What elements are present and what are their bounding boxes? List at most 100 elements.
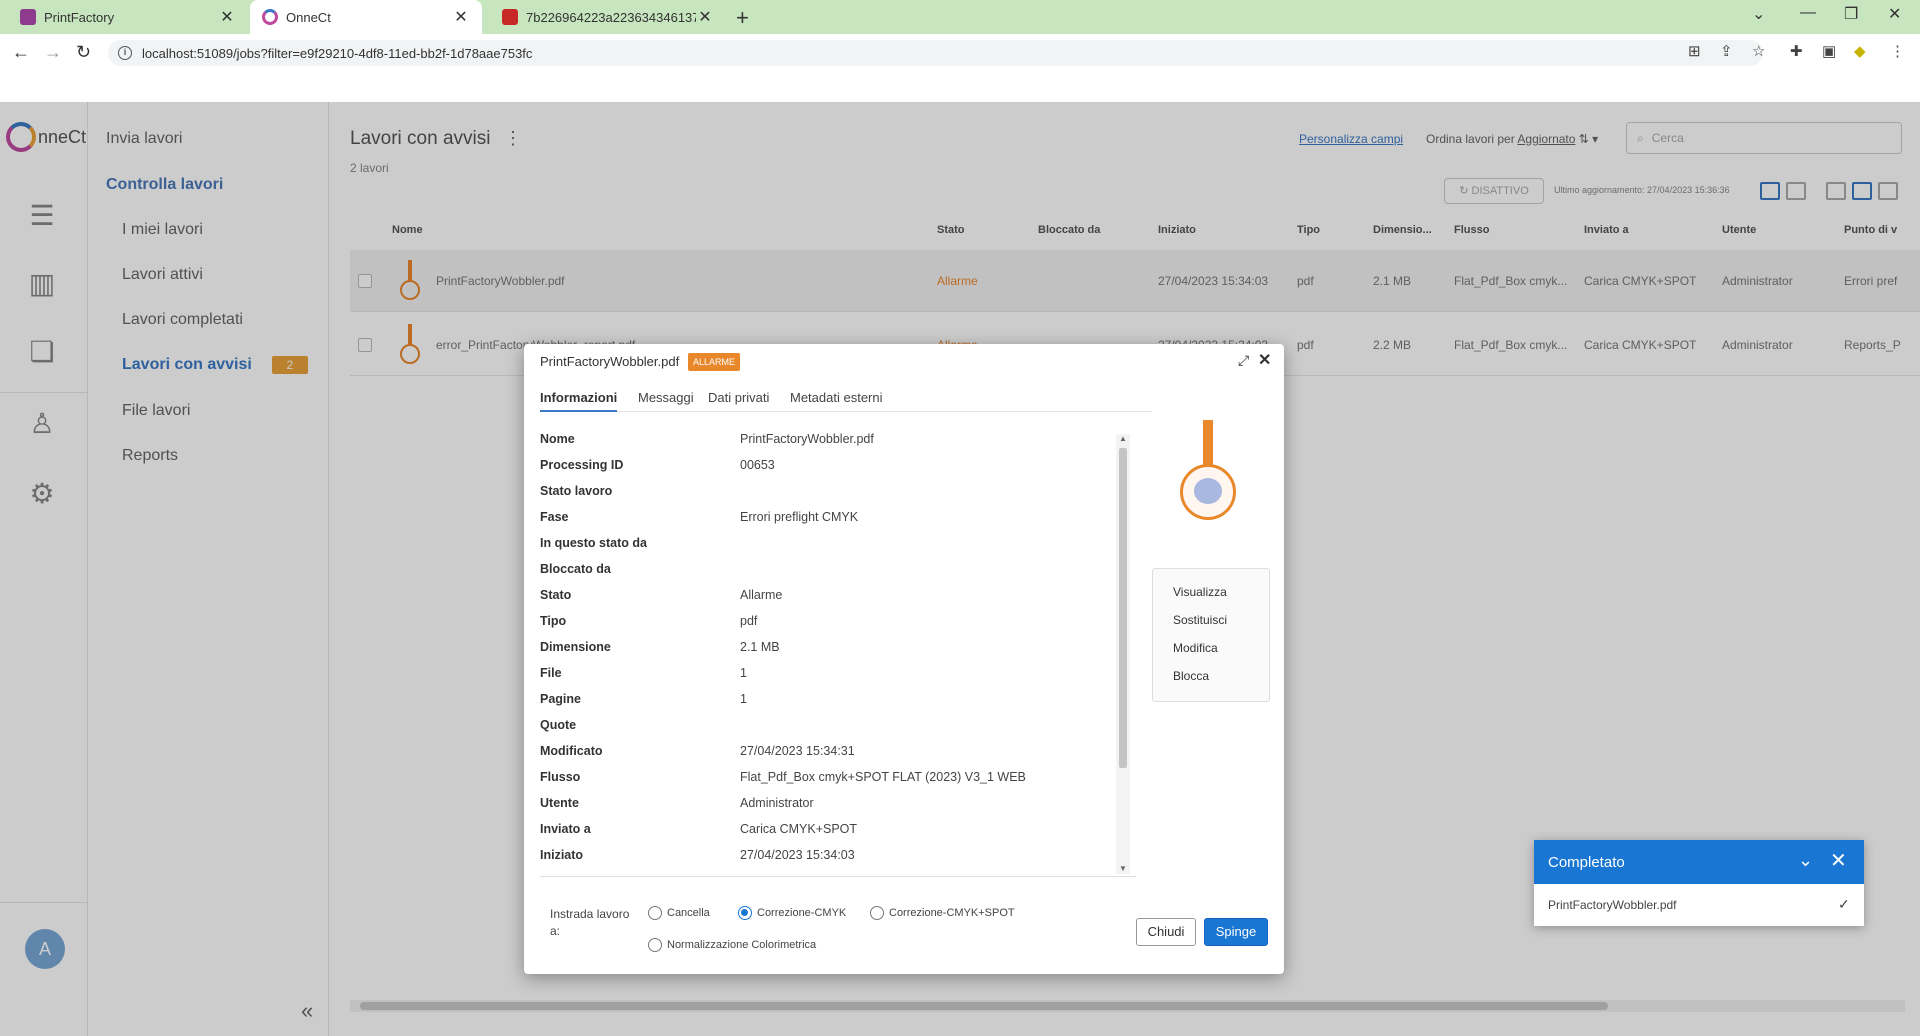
radio-selected-icon[interactable]: [738, 906, 752, 920]
nav-job-queues[interactable]: File lavori: [122, 402, 190, 420]
browser-tab-onnect[interactable]: OnneCt ✕: [250, 0, 482, 34]
route-option-normalizzazione[interactable]: Normalizzazione Colorimetrica: [648, 938, 816, 952]
action-view[interactable]: Visualizza: [1173, 585, 1227, 599]
nav-warning-jobs[interactable]: Lavori con avvisi 2: [122, 356, 308, 374]
column-header[interactable]: Inviato a: [1584, 224, 1629, 236]
column-header[interactable]: Iniziato: [1158, 224, 1196, 236]
column-header[interactable]: Nome: [392, 224, 423, 236]
split-view-icon[interactable]: [1786, 182, 1806, 200]
push-button[interactable]: Spinge: [1204, 918, 1268, 946]
chevron-down-icon[interactable]: ⌄: [1798, 850, 1813, 871]
close-tab-icon[interactable]: ✕: [696, 7, 714, 27]
column-header[interactable]: Punto di v: [1844, 224, 1897, 236]
route-option-cancella[interactable]: Cancella: [648, 906, 710, 920]
avatar[interactable]: A: [25, 929, 65, 969]
column-header[interactable]: Dimensio...: [1373, 224, 1432, 236]
expand-icon[interactable]: ⤢: [1238, 352, 1249, 369]
close-button[interactable]: Chiudi: [1136, 918, 1196, 946]
minimize-icon[interactable]: —: [1800, 4, 1816, 22]
close-icon[interactable]: ✕: [1830, 848, 1847, 873]
file-thumbnail: [398, 324, 422, 366]
list-view-icon[interactable]: [1878, 182, 1898, 200]
browser-tab-pdf[interactable]: 7b226964223a223634346137396 ✕: [490, 0, 726, 34]
detail-label: Stato: [540, 588, 572, 602]
job-files-icon[interactable]: ❏: [26, 336, 58, 368]
more-options-icon[interactable]: ⋮: [504, 128, 522, 149]
cell-size: 2.1 MB: [1373, 274, 1412, 288]
nav-warning-jobs-label: Lavori con avvisi: [122, 356, 252, 374]
scrollbar-thumb[interactable]: [360, 1002, 1608, 1010]
small-grid-view-icon[interactable]: [1852, 182, 1872, 200]
restore-icon[interactable]: ❐: [1844, 4, 1858, 24]
radio-icon[interactable]: [648, 906, 662, 920]
share-icon[interactable]: ⇪: [1720, 42, 1733, 60]
customize-fields-link[interactable]: Personalizza campi: [1299, 132, 1403, 146]
translate-icon[interactable]: ⊞: [1688, 42, 1701, 60]
site-info-icon[interactable]: i: [118, 46, 132, 60]
table-view-icon[interactable]: [1760, 182, 1780, 200]
column-header[interactable]: Stato: [937, 224, 965, 236]
nav-check-jobs[interactable]: Controlla lavori: [106, 176, 223, 194]
bookmark-star-icon[interactable]: ☆: [1752, 42, 1765, 60]
address-bar[interactable]: i localhost:51089/jobs?filter=e9f29210-4…: [108, 40, 1763, 66]
job-list-icon[interactable]: ☰: [26, 200, 58, 232]
table-row[interactable]: PrintFactoryWobbler.pdf Allarme 27/04/20…: [350, 250, 1920, 312]
back-icon[interactable]: ←: [12, 42, 30, 63]
collapse-sidebar-icon[interactable]: «: [301, 998, 313, 1024]
user-icon[interactable]: ♙: [26, 408, 58, 440]
nav-reports[interactable]: Reports: [122, 447, 178, 465]
scrollbar-thumb[interactable]: [1119, 448, 1127, 768]
extension-badge-icon[interactable]: ◆: [1854, 42, 1866, 60]
order-by-control[interactable]: Ordina lavori per Aggiornato ⇅ ▾: [1426, 132, 1598, 146]
sort-direction-icon[interactable]: ⇅ ▾: [1579, 132, 1598, 146]
action-lock[interactable]: Blocca: [1173, 669, 1209, 683]
column-header[interactable]: Flusso: [1454, 224, 1489, 236]
auto-refresh-toggle[interactable]: ↻ DISATTIVO: [1444, 178, 1544, 204]
window-close-icon[interactable]: ✕: [1888, 4, 1901, 24]
route-option-correzione-cmyk-spot[interactable]: Correzione-CMYK+SPOT: [870, 906, 1015, 920]
browser-tab-printfactory[interactable]: PrintFactory ✕: [8, 0, 248, 34]
action-replace[interactable]: Sostituisci: [1173, 613, 1227, 627]
close-tab-icon[interactable]: ✕: [218, 7, 236, 27]
tab-metadati-esterni[interactable]: Metadati esterni: [790, 390, 883, 410]
horizontal-scrollbar[interactable]: [350, 1000, 1905, 1012]
route-option-correzione-cmyk[interactable]: Correzione-CMYK: [738, 906, 846, 920]
scroll-up-icon[interactable]: ▲: [1119, 434, 1127, 443]
action-edit[interactable]: Modifica: [1173, 641, 1218, 655]
settings-gear-icon[interactable]: ⚙: [26, 478, 58, 510]
browser-menu-icon[interactable]: ⋮: [1890, 42, 1905, 60]
detail-row: Processing ID 00653: [540, 458, 1130, 478]
detail-value: Flat_Pdf_Box cmyk+SPOT FLAT (2023) V3_1 …: [740, 770, 1026, 784]
nav-send-jobs[interactable]: Invia lavori: [106, 130, 182, 148]
column-header[interactable]: Tipo: [1297, 224, 1320, 236]
extensions-icon[interactable]: ✚: [1790, 42, 1803, 60]
row-checkbox[interactable]: [358, 338, 372, 352]
column-header[interactable]: Bloccato da: [1038, 224, 1100, 236]
last-update-text: Ultimo aggiornamento: 27/04/2023 15:36:3…: [1554, 185, 1730, 195]
order-by-value[interactable]: Aggiornato: [1517, 132, 1575, 146]
tab-informazioni[interactable]: Informazioni: [540, 390, 618, 412]
tab-search-chevron-icon[interactable]: ⌄: [1752, 4, 1765, 24]
large-grid-view-icon[interactable]: [1826, 182, 1846, 200]
tab-messaggi[interactable]: Messaggi: [638, 390, 694, 410]
close-tab-icon[interactable]: ✕: [452, 7, 470, 27]
forward-icon[interactable]: →: [44, 42, 62, 63]
row-checkbox[interactable]: [358, 274, 372, 288]
column-header[interactable]: Utente: [1722, 224, 1756, 236]
job-board-icon[interactable]: ▥: [26, 268, 58, 300]
side-panel-icon[interactable]: ▣: [1822, 42, 1836, 60]
reload-icon[interactable]: ↻: [76, 42, 91, 63]
radio-icon[interactable]: [648, 938, 662, 952]
nav-my-jobs[interactable]: I miei lavori: [122, 221, 203, 239]
nav-completed-jobs[interactable]: Lavori completati: [122, 311, 243, 329]
detail-label: Bloccato da: [540, 562, 611, 576]
nav-active-jobs[interactable]: Lavori attivi: [122, 266, 203, 284]
scroll-down-icon[interactable]: ▼: [1119, 864, 1127, 873]
radio-icon[interactable]: [870, 906, 884, 920]
new-tab-icon[interactable]: +: [736, 5, 749, 31]
close-icon[interactable]: ✕: [1258, 350, 1271, 370]
detail-row: Quote: [540, 718, 1130, 738]
search-input[interactable]: ⌕ Cerca: [1626, 122, 1902, 154]
details-scrollbar[interactable]: ▲ ▼: [1116, 434, 1130, 874]
tab-dati-privati[interactable]: Dati privati: [708, 390, 769, 410]
